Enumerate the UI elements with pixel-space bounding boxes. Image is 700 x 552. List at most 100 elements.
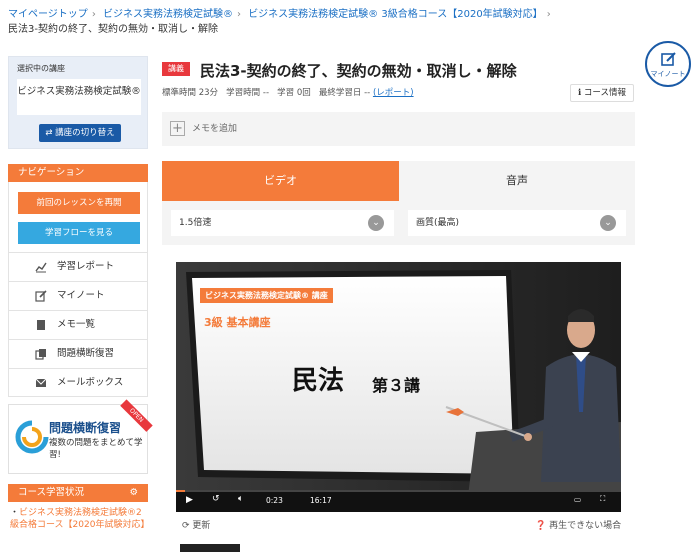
review-icon — [35, 349, 46, 360]
sidebar-item-mynote[interactable]: マイノート — [9, 281, 147, 310]
time-total: 16:17 — [310, 496, 332, 505]
meta-study-count-label: 学習 — [277, 88, 295, 98]
tab-video[interactable]: ビデオ — [162, 161, 399, 201]
breadcrumb: マイページトップ › ビジネス実務法務検定試験® › ビジネス実務法務検定試験® 3… — [8, 7, 648, 37]
sidebar-item-label: 学習レポート — [57, 261, 115, 272]
chevron-right-icon: › — [237, 9, 241, 20]
volume-icon[interactable]: 🔈︎ — [238, 494, 243, 504]
open-ribbon: OPEN — [120, 399, 153, 432]
breadcrumb-current: 民法3-契約の終了、契約の無効・取消し・解除 — [8, 24, 218, 35]
add-memo-label: メモを追加 — [192, 124, 238, 134]
seek-progress — [176, 490, 185, 492]
course-status-link[interactable]: ・ビジネス実務法務検定試験®2級合格コース【2020年試験対応】 — [10, 507, 150, 531]
banner-title: 問題横断復習 — [49, 421, 122, 435]
speed-value: 1.5倍速 — [179, 218, 212, 228]
tab-audio[interactable]: 音声 — [399, 161, 635, 201]
tab-video-label: ビデオ — [264, 174, 297, 187]
video-level: 3級 基本講座 — [204, 316, 271, 329]
sidebar-item-label: 問題横断復習 — [57, 348, 115, 359]
selected-course-name: ビジネス実務法務検定試験® — [17, 79, 141, 115]
memo-icon — [37, 320, 45, 330]
meta-last: -- — [364, 88, 371, 98]
player-options-bar: 1.5倍速 ⌄ 画質(最高) ⌄ — [162, 201, 635, 245]
gear-icon[interactable]: ⚙ — [129, 484, 138, 502]
bullet-icon: ・ — [10, 508, 20, 518]
review-banner[interactable]: 問題横断復習 複数の問題をまとめて学習! OPEN — [8, 399, 153, 474]
switch-course-label: 講座の切り替え — [55, 128, 115, 138]
breadcrumb-link-course[interactable]: ビジネス実務法務検定試験® 3級合格コース【2020年試験対応】 — [248, 9, 543, 20]
info-icon: ℹ — [577, 88, 582, 98]
fullscreen-icon[interactable]: ⛶ — [600, 494, 605, 504]
pen-icon — [35, 290, 47, 302]
page-title: 民法3-契約の終了、契約の無効・取消し・解除 — [200, 62, 517, 80]
pointer-hand-icon — [446, 408, 464, 416]
sidebar-item-label: メールボックス — [57, 377, 124, 388]
cannot-play-link[interactable]: ❓ 再生できない場合 — [535, 518, 621, 531]
video-player[interactable]: ビジネス実務法務検定試験® 講座 3級 基本講座 民法 第３講 — [176, 262, 621, 512]
mynote-button[interactable]: マイノート — [645, 41, 691, 87]
course-status-title: コース学習状況 — [18, 487, 85, 498]
sidebar-item-review[interactable]: 問題横断復習 — [9, 339, 147, 368]
banner-description: 複数の問題をまとめて学習! — [49, 438, 143, 460]
mynote-label: マイノート — [650, 70, 686, 78]
view-flow-label: 学習フローを見る — [44, 228, 113, 238]
navigation-title: ナビゲーション — [18, 167, 85, 178]
meta-std-time: 23分 — [198, 88, 219, 98]
selected-course-label: 選択中の講座 — [17, 64, 65, 73]
lesson-meta: 標準時間 23分 学習時間 -- 学習 0回 最終学習日 -- (レポート) — [162, 86, 414, 98]
video-controls: ▶ ↺ 🔈︎ 0:23 16:17 ▭ ⛶ — [176, 490, 621, 512]
chevron-right-icon: › — [91, 9, 96, 20]
rewind-icon[interactable]: ↺ — [212, 494, 220, 504]
meta-study-time-label: 学習時間 — [226, 88, 261, 98]
help-icon: ❓ — [535, 521, 547, 531]
time-current: 0:23 — [266, 496, 283, 505]
resume-lesson-button[interactable]: 前回のレッスンを再開 — [18, 192, 140, 214]
selected-course-panel: 選択中の講座 ビジネス実務法務検定試験® ⇄ 講座の切り替え — [8, 56, 148, 149]
switch-course-button[interactable]: ⇄ 講座の切り替え — [39, 124, 121, 142]
chart-icon — [35, 262, 47, 273]
theater-icon[interactable]: ▭ — [574, 495, 581, 504]
breadcrumb-link-mypage[interactable]: マイページトップ — [8, 9, 88, 20]
view-flow-button[interactable]: 学習フローを見る — [18, 222, 140, 244]
course-info-label: コース情報 — [583, 88, 626, 98]
sidebar-item-label: マイノート — [57, 290, 105, 301]
next-item-thumbnail — [180, 544, 240, 552]
course-status-header: コース学習状況 ⚙ — [8, 484, 148, 502]
meta-std-time-label: 標準時間 — [162, 88, 197, 98]
course-status-link-text: ビジネス実務法務検定試験®2級合格コース【2020年試験対応】 — [10, 508, 150, 530]
navigation-panel: 前回のレッスンを再開 学習フローを見る 学習レポート マイノート メモ一覧 問題… — [8, 182, 148, 397]
quality-select[interactable]: 画質(最高) ⌄ — [408, 210, 626, 236]
refresh-label: 更新 — [192, 521, 211, 531]
quality-value: 画質(最高) — [416, 218, 460, 228]
sidebar-item-mailbox[interactable]: メールボックス — [9, 368, 147, 397]
chevron-down-icon: ⌄ — [600, 215, 616, 231]
play-icon[interactable]: ▶ — [186, 495, 193, 505]
sidebar-item-memo[interactable]: メモ一覧 — [9, 310, 147, 339]
video-sub-title: 第３講 — [372, 376, 421, 395]
tab-audio-label: 音声 — [506, 174, 528, 187]
breadcrumb-link-exam[interactable]: ビジネス実務法務検定試験® — [103, 9, 233, 20]
refresh-button[interactable]: ⟳ 更新 — [182, 518, 210, 531]
speed-select[interactable]: 1.5倍速 ⌄ — [171, 210, 394, 236]
chevron-down-icon: ⌄ — [368, 215, 384, 231]
add-memo-bar[interactable]: + メモを追加 — [162, 112, 635, 146]
meta-study-time: -- — [262, 88, 270, 98]
course-info-button[interactable]: ℹ コース情報 — [570, 84, 634, 102]
sidebar-item-label: メモ一覧 — [57, 319, 96, 330]
report-link[interactable]: (レポート) — [373, 88, 414, 98]
meta-last-label: 最終学習日 — [318, 88, 362, 98]
plus-icon: + — [170, 121, 185, 136]
edit-icon — [661, 52, 676, 66]
lecture-badge: 講義 — [162, 62, 190, 76]
meta-study-count: 0回 — [296, 88, 311, 98]
video-tag: ビジネス実務法務検定試験® 講座 — [200, 288, 333, 303]
video-main-title: 民法 — [292, 366, 345, 396]
refresh-icon: ⟳ — [182, 521, 190, 531]
seek-bar[interactable] — [176, 490, 621, 492]
sidebar-item-report[interactable]: 学習レポート — [9, 252, 147, 281]
resume-lesson-label: 前回のレッスンを再開 — [36, 198, 122, 208]
cannot-play-label: 再生できない場合 — [549, 521, 622, 531]
chevron-right-icon: › — [546, 9, 551, 20]
review-logo-icon — [15, 420, 49, 454]
navigation-header: ナビゲーション — [8, 164, 148, 182]
